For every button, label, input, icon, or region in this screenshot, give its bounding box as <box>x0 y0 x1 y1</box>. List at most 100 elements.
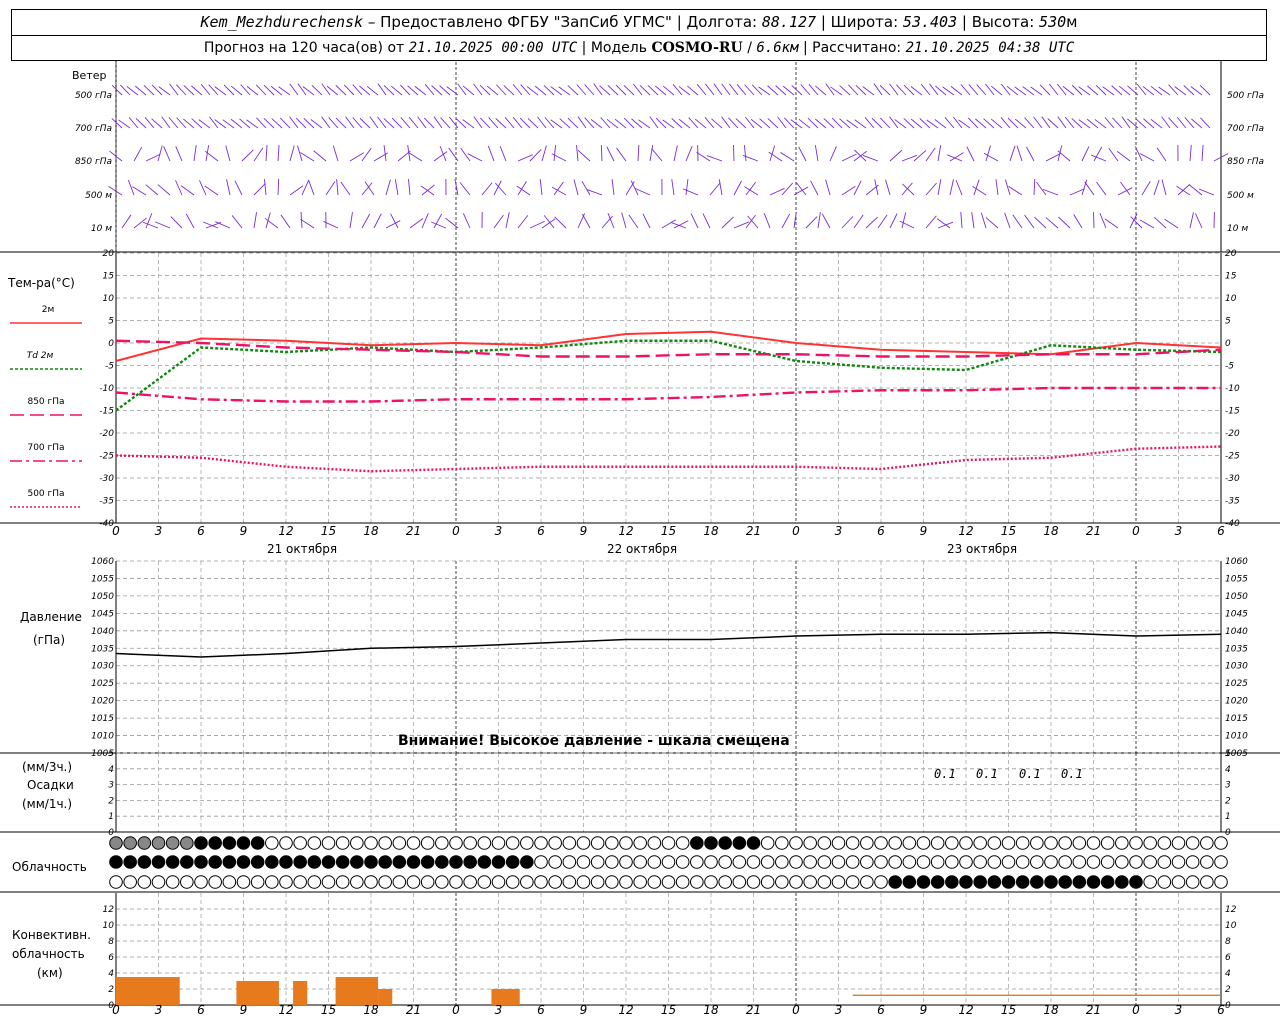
cloud-cover-icon <box>491 836 506 850</box>
convective-tick-right: 12 <box>1225 905 1237 915</box>
wind-barb-icon <box>593 83 603 96</box>
wind-barb-icon <box>696 83 707 96</box>
hour-tick-label: 0 <box>792 524 800 538</box>
wind-barb-icon <box>142 221 159 229</box>
cloud-cover-icon <box>208 855 222 869</box>
pressure-tick-right: 1045 <box>1225 609 1248 619</box>
temp-tick-right: -35 <box>1225 497 1240 507</box>
cloud-cover-icon <box>831 875 846 889</box>
cloud-cover-icon <box>888 875 902 889</box>
cloud-cover-icon <box>137 875 152 889</box>
temp-tick-left: -25 <box>99 452 114 462</box>
cloud-cover-icon <box>449 875 463 889</box>
wind-barb-icon <box>985 145 991 162</box>
cloud-cover-icon <box>1129 836 1143 850</box>
wind-barb-icon <box>937 179 942 196</box>
wind-barb-icon <box>600 144 603 162</box>
cloud-cover-icon <box>902 855 917 869</box>
wind-barb-icon <box>111 84 123 96</box>
cloud-cover-icon <box>208 875 222 889</box>
wind-level-label-left: 500 гПа <box>75 91 112 101</box>
wind-level-label-left: 500 м <box>85 191 112 201</box>
cloud-cover-icon <box>845 836 860 850</box>
hour-tick-label: 12 <box>958 524 973 538</box>
wind-barb-icon <box>995 179 999 196</box>
wind-level-label-right: 850 гПа <box>1227 157 1264 167</box>
cloud-cover-icon <box>151 836 166 850</box>
wind-barb-icon <box>960 84 971 96</box>
cloud-cover-icon <box>1072 836 1087 850</box>
wind-barb-icon <box>584 117 595 129</box>
cloud-cover-icon <box>959 875 973 889</box>
cloud-cover-icon <box>619 875 633 889</box>
pressure-tick-left: 1050 <box>91 592 114 602</box>
wind-barb-icon <box>440 117 451 129</box>
wind-barb-icon <box>925 215 937 229</box>
hour-tick-label: 6 <box>877 524 885 538</box>
cloud-cover-icon <box>420 855 435 869</box>
cloud-cover-icon <box>293 855 307 869</box>
wind-barb-icon <box>885 179 891 196</box>
model-resolution: 6.6км <box>756 40 799 56</box>
cloud-cover-icon <box>180 836 194 850</box>
cloud-cover-icon <box>1185 875 1200 889</box>
wind-barb-icon <box>733 180 742 196</box>
cloud-cover-icon <box>250 855 265 869</box>
pressure-tick-right: 1060 <box>1225 557 1248 567</box>
wind-barb-icon <box>1183 85 1195 96</box>
wind-barb-icon <box>1168 117 1179 129</box>
wind-barb-icon <box>947 154 963 162</box>
cloud-cover-icon <box>746 855 761 869</box>
temp-tick-right: -30 <box>1225 474 1240 484</box>
wind-barb-icon <box>721 83 731 96</box>
convective-tick-left: 2 <box>108 985 114 995</box>
pressure-unit: (гПа) <box>33 633 66 647</box>
cloud-cover-icon <box>1214 875 1228 889</box>
cloud-cover-icon <box>1001 875 1016 889</box>
wind-barb-icon <box>520 84 531 96</box>
convective-tick-left: 6 <box>108 953 114 963</box>
precip-tick-right: 5 <box>1225 749 1231 759</box>
hour-tick-label: 21 <box>746 524 761 538</box>
wind-barb-icon <box>573 179 579 196</box>
wind-barb-icon <box>265 145 268 162</box>
wind-barb-icon <box>263 84 275 96</box>
wind-barb-icon <box>1099 213 1107 229</box>
wind-barb-icon <box>332 145 339 162</box>
wind-barb-icon <box>855 84 867 96</box>
wind-barb-icon <box>340 181 351 196</box>
calc-time: 21.10.2025 04:38 UTC <box>905 40 1075 56</box>
cloud-cover-icon <box>690 875 704 889</box>
pressure-tick-right: 1040 <box>1225 627 1248 637</box>
cloud-cover-icon <box>520 875 534 889</box>
cloud-cover-icon <box>874 836 888 850</box>
cloud-cover-icon <box>1015 855 1030 869</box>
wind-barb-icon <box>642 213 651 229</box>
cloud-cover-icon <box>959 855 973 869</box>
cloud-cover-icon <box>1129 855 1143 869</box>
hour-tick-label: 15 <box>1001 524 1016 538</box>
cloud-cover-icon <box>831 836 846 850</box>
cloud-cover-icon <box>222 855 237 869</box>
cloud-cover-icon <box>1115 836 1129 850</box>
wind-barb-icon <box>255 84 267 96</box>
wind-barb-icon <box>901 212 907 229</box>
cloud-cover-icon <box>562 875 577 889</box>
wind-barb-icon <box>925 147 936 162</box>
cloud-cover-icon <box>505 855 520 869</box>
wind-barb-icon <box>1008 185 1023 196</box>
wind-barb-icon <box>630 180 639 196</box>
wind-barb-icon <box>1176 116 1187 129</box>
cloud-cover-icon <box>945 875 959 889</box>
wind-barb-icon <box>1199 84 1211 96</box>
temp-tick-right: 0 <box>1225 339 1231 349</box>
cloud-cover-icon <box>718 875 732 889</box>
wind-barb-icon <box>651 148 663 162</box>
wind-barb-icon <box>1045 217 1059 229</box>
cloud-cover-icon <box>1214 855 1228 869</box>
cloud-cover-icon <box>775 855 789 869</box>
wind-barb-icon <box>944 117 955 129</box>
provider-text: – Предоставлено ФГБУ "ЗапСиб УГМС" <box>367 13 672 31</box>
cloud-cover-icon <box>335 855 350 869</box>
cloud-cover-icon <box>675 875 690 889</box>
